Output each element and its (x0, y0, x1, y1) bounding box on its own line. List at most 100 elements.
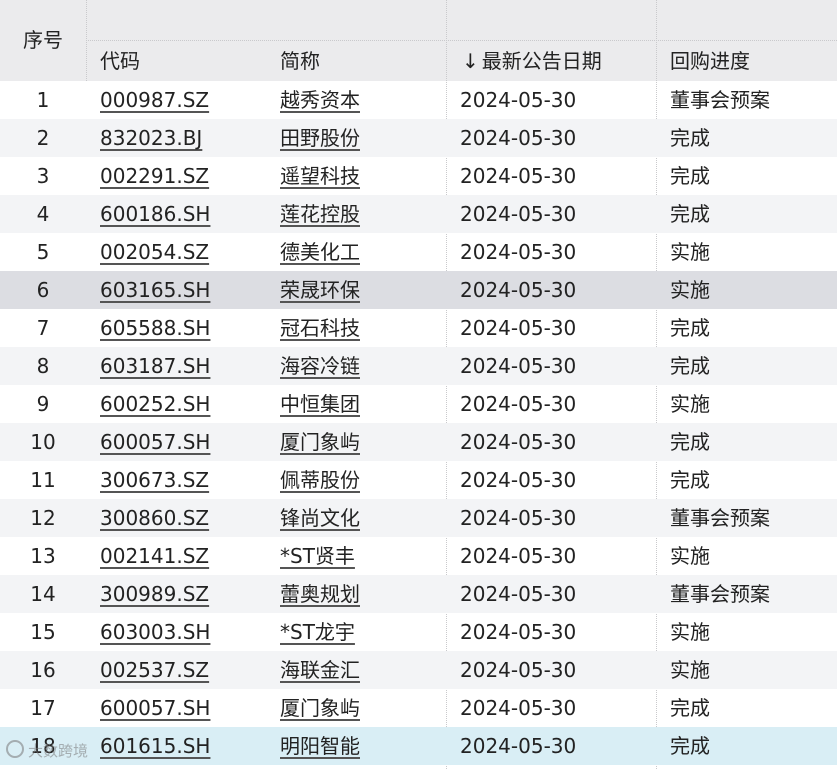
stock-name-link[interactable]: 荣晟环保 (280, 271, 360, 309)
stock-name-link[interactable]: 海容冷链 (280, 347, 360, 385)
stock-code-link[interactable]: 832023.BJ (100, 119, 202, 157)
stock-code-link[interactable]: 603187.SH (100, 347, 210, 385)
buyback-progress: 实施 (670, 278, 710, 302)
stock-code-link[interactable]: 603165.SH (100, 271, 210, 309)
stock-code-link[interactable]: 300860.SZ (100, 499, 209, 537)
announcement-date: 2024-05-30 (460, 240, 577, 264)
announcement-date: 2024-05-30 (460, 316, 577, 340)
announcement-date: 2024-05-30 (460, 88, 577, 112)
header-code[interactable]: 代码 (100, 44, 140, 78)
stock-name-link[interactable]: 明阳智能 (280, 727, 360, 765)
table-row[interactable]: 11 300673.SZ 佩蒂股份 2024-05-30 完成 (0, 461, 837, 499)
stock-name-link[interactable]: 越秀资本 (280, 81, 360, 119)
sort-desc-icon[interactable]: ↓ (462, 49, 479, 73)
stock-name-link[interactable]: *ST龙宇 (280, 613, 355, 651)
buyback-progress: 实施 (670, 240, 710, 264)
buyback-progress: 完成 (670, 430, 710, 454)
table-row[interactable]: 5 002054.SZ 德美化工 2024-05-30 实施 (0, 233, 837, 271)
stock-code-link[interactable]: 605588.SH (100, 309, 210, 347)
stock-code-link[interactable]: 300673.SZ (100, 461, 209, 499)
header-date-label: 最新公告日期 (481, 49, 602, 73)
announcement-date: 2024-05-30 (460, 544, 577, 568)
column-divider (86, 0, 87, 81)
stock-name-link[interactable]: 佩蒂股份 (280, 461, 360, 499)
header-date[interactable]: ↓ 最新公告日期 (462, 44, 602, 78)
table-row[interactable]: 18 601615.SH 明阳智能 2024-05-30 完成 (0, 727, 837, 765)
stock-code-link[interactable]: 600252.SH (100, 385, 210, 423)
buyback-progress: 实施 (670, 392, 710, 416)
row-seq: 17 (30, 696, 56, 720)
stock-name-link[interactable]: 田野股份 (280, 119, 360, 157)
table-row[interactable]: 13 002141.SZ *ST贤丰 2024-05-30 实施 (0, 537, 837, 575)
stock-name-link[interactable]: 厦门象屿 (280, 423, 360, 461)
announcement-date: 2024-05-30 (460, 620, 577, 644)
stock-name-link[interactable]: 中恒集团 (280, 385, 360, 423)
announcement-date: 2024-05-30 (460, 734, 577, 758)
row-seq: 3 (36, 164, 50, 188)
stock-name-link[interactable]: 蕾奥规划 (280, 575, 360, 613)
buyback-progress: 实施 (670, 658, 710, 682)
stock-code-link[interactable]: 002537.SZ (100, 651, 209, 689)
buyback-progress: 实施 (670, 620, 710, 644)
table-row[interactable]: 14 300989.SZ 蕾奥规划 2024-05-30 董事会预案 (0, 575, 837, 613)
row-seq: 1 (36, 88, 50, 112)
announcement-date: 2024-05-30 (460, 506, 577, 530)
buyback-progress: 实施 (670, 544, 710, 568)
buyback-table: 序号 代码 简称 ↓ 最新公告日期 回购进度 1 000987.SZ 越秀资本 2024… (0, 0, 837, 769)
table-row[interactable]: 9 600252.SH 中恒集团 2024-05-30 实施 (0, 385, 837, 423)
table-row[interactable]: 17 600057.SH 厦门象屿 2024-05-30 完成 (0, 689, 837, 727)
header-divider (86, 40, 837, 41)
buyback-progress: 完成 (670, 164, 710, 188)
row-seq: 8 (36, 354, 50, 378)
table-row[interactable]: 2 832023.BJ 田野股份 2024-05-30 完成 (0, 119, 837, 157)
row-seq: 6 (36, 278, 50, 302)
announcement-date: 2024-05-30 (460, 430, 577, 454)
stock-code-link[interactable]: 601615.SH (100, 727, 210, 765)
table-row[interactable]: 15 603003.SH *ST龙宇 2024-05-30 实施 (0, 613, 837, 651)
stock-code-link[interactable]: 603003.SH (100, 613, 210, 651)
row-seq: 12 (30, 506, 56, 530)
stock-code-link[interactable]: 600186.SH (100, 195, 210, 233)
stock-code-link[interactable]: 300989.SZ (100, 575, 209, 613)
stock-code-link[interactable]: 002054.SZ (100, 233, 209, 271)
buyback-progress: 完成 (670, 468, 710, 492)
stock-code-link[interactable]: 000987.SZ (100, 81, 209, 119)
buyback-progress: 完成 (670, 354, 710, 378)
stock-name-link[interactable]: 海联金汇 (280, 651, 360, 689)
stock-name-link[interactable]: 德美化工 (280, 233, 360, 271)
table-row[interactable]: 12 300860.SZ 锋尚文化 2024-05-30 董事会预案 (0, 499, 837, 537)
row-seq: 16 (30, 658, 56, 682)
announcement-date: 2024-05-30 (460, 126, 577, 150)
announcement-date: 2024-05-30 (460, 164, 577, 188)
row-seq: 18 (30, 734, 56, 758)
row-seq: 5 (36, 240, 50, 264)
header-name[interactable]: 简称 (280, 44, 320, 78)
buyback-progress: 完成 (670, 126, 710, 150)
stock-code-link[interactable]: 600057.SH (100, 423, 210, 461)
table-row[interactable]: 1 000987.SZ 越秀资本 2024-05-30 董事会预案 (0, 81, 837, 119)
table-row[interactable]: 3 002291.SZ 遥望科技 2024-05-30 完成 (0, 157, 837, 195)
announcement-date: 2024-05-30 (460, 468, 577, 492)
header-progress[interactable]: 回购进度 (670, 44, 750, 78)
stock-name-link[interactable]: 厦门象屿 (280, 689, 360, 727)
stock-name-link[interactable]: 锋尚文化 (280, 499, 360, 537)
stock-name-link[interactable]: 冠石科技 (280, 309, 360, 347)
table-row[interactable]: 8 603187.SH 海容冷链 2024-05-30 完成 (0, 347, 837, 385)
stock-name-link[interactable]: 莲花控股 (280, 195, 360, 233)
stock-code-link[interactable]: 600057.SH (100, 689, 210, 727)
table-row[interactable]: 6 603165.SH 荣晟环保 2024-05-30 实施 (0, 271, 837, 309)
stock-name-link[interactable]: 遥望科技 (280, 157, 360, 195)
row-seq: 7 (36, 316, 50, 340)
buyback-progress: 董事会预案 (670, 582, 770, 606)
table-row[interactable]: 7 605588.SH 冠石科技 2024-05-30 完成 (0, 309, 837, 347)
buyback-progress: 完成 (670, 696, 710, 720)
table-row[interactable]: 10 600057.SH 厦门象屿 2024-05-30 完成 (0, 423, 837, 461)
stock-code-link[interactable]: 002141.SZ (100, 537, 209, 575)
stock-code-link[interactable]: 002291.SZ (100, 157, 209, 195)
header-seq: 序号 (23, 28, 63, 52)
table-row[interactable]: 16 002537.SZ 海联金汇 2024-05-30 实施 (0, 651, 837, 689)
buyback-progress: 董事会预案 (670, 88, 770, 112)
announcement-date: 2024-05-30 (460, 202, 577, 226)
stock-name-link[interactable]: *ST贤丰 (280, 537, 355, 575)
table-row[interactable]: 4 600186.SH 莲花控股 2024-05-30 完成 (0, 195, 837, 233)
